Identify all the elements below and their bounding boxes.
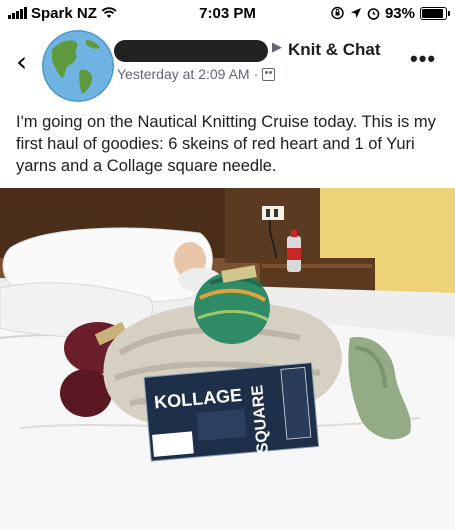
group-name-link[interactable]: Knit & Chat xyxy=(288,40,381,60)
status-bar: Spark NZ 7:03 PM 93% xyxy=(0,0,455,26)
status-left: Spark NZ xyxy=(8,5,117,22)
globe-icon xyxy=(42,30,114,102)
carrier-name: Spark NZ xyxy=(31,4,97,22)
post-text: I'm going on the Nautical Knitting Cruis… xyxy=(16,113,436,175)
location-arrow-icon xyxy=(350,8,361,18)
post-photo[interactable]: KOLLAGE SQUARE xyxy=(0,188,455,530)
battery-percent: 93% xyxy=(384,4,415,22)
meta-separator: · xyxy=(253,66,259,82)
triangle-right-icon: ▶ xyxy=(272,40,282,55)
signal-icon xyxy=(8,7,27,19)
post-header: ‹ ▶ Knit & Chat Yesterday at 2:09 AM · •… xyxy=(0,26,455,104)
post-timestamp[interactable]: Yesterday at 2:09 AM xyxy=(117,66,250,82)
wifi-icon xyxy=(101,7,117,18)
yarn-photo: KOLLAGE SQUARE xyxy=(0,188,455,530)
back-button[interactable]: ‹ xyxy=(16,48,27,76)
chevron-left-icon: ‹ xyxy=(16,45,28,78)
author-name-redacted[interactable] xyxy=(114,40,268,62)
status-right: 93% xyxy=(330,4,450,22)
post-meta: Yesterday at 2:09 AM · xyxy=(117,66,276,82)
group-audience-icon xyxy=(262,67,276,81)
more-options-button[interactable]: ••• xyxy=(410,46,436,72)
more-dots-icon: ••• xyxy=(410,46,437,71)
alarm-icon xyxy=(367,7,380,20)
battery-icon xyxy=(420,6,450,20)
battery-fill xyxy=(422,8,444,18)
rotation-lock-icon xyxy=(331,6,344,20)
avatar[interactable] xyxy=(42,30,114,102)
